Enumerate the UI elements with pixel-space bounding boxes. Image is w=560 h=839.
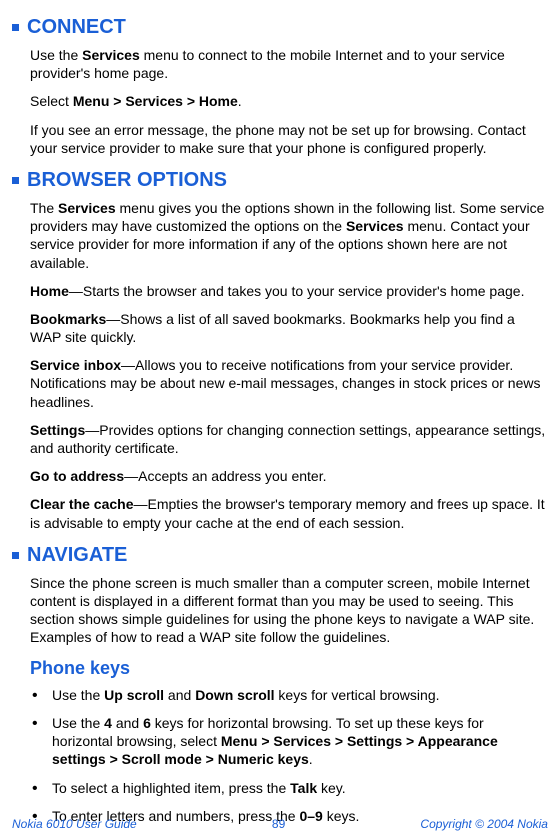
browser-body: The Services menu gives you the options … [30, 199, 548, 532]
footer-right: Copyright © 2004 Nokia [420, 817, 548, 833]
heading-text: BROWSER OPTIONS [27, 169, 227, 191]
connect-p2: Select Menu > Services > Home. [30, 92, 548, 110]
page-footer: Nokia 6010 User Guide 89 Copyright © 200… [12, 817, 548, 833]
browser-intro: The Services menu gives you the options … [30, 199, 548, 272]
connect-body: Use the Services menu to connect to the … [30, 46, 548, 157]
bullet-icon [12, 177, 19, 184]
browser-settings: Settings—Provides options for changing c… [30, 421, 548, 457]
browser-clear-cache: Clear the cache—Empties the browser's te… [30, 495, 548, 531]
bullet-icon [12, 24, 19, 31]
navigate-intro: Since the phone screen is much smaller t… [30, 574, 548, 647]
connect-p1: Use the Services menu to connect to the … [30, 46, 548, 82]
browser-go-to-address: Go to address—Accepts an address you ent… [30, 467, 548, 485]
section-heading-connect: CONNECT [12, 14, 548, 40]
browser-bookmarks: Bookmarks—Shows a list of all saved book… [30, 310, 548, 346]
heading-text: NAVIGATE [27, 544, 127, 566]
section-heading-navigate: NAVIGATE [12, 542, 548, 568]
browser-service-inbox: Service inbox—Allows you to receive noti… [30, 356, 548, 411]
list-item: Use the 4 and 6 keys for horizontal brow… [30, 714, 548, 769]
sub-heading-phone-keys: Phone keys [30, 657, 548, 680]
section-heading-browser: BROWSER OPTIONS [12, 167, 548, 193]
heading-text: CONNECT [27, 16, 126, 38]
connect-p3: If you see an error message, the phone m… [30, 121, 548, 157]
list-item: Use the Up scroll and Down scroll keys f… [30, 686, 548, 704]
browser-home: Home—Starts the browser and takes you to… [30, 282, 548, 300]
footer-left: Nokia 6010 User Guide [12, 817, 137, 833]
list-item: To select a highlighted item, press the … [30, 779, 548, 797]
footer-page-number: 89 [272, 817, 285, 833]
bullet-icon [12, 552, 19, 559]
phone-keys-list: Use the Up scroll and Down scroll keys f… [30, 686, 548, 825]
navigate-body: Since the phone screen is much smaller t… [30, 574, 548, 647]
